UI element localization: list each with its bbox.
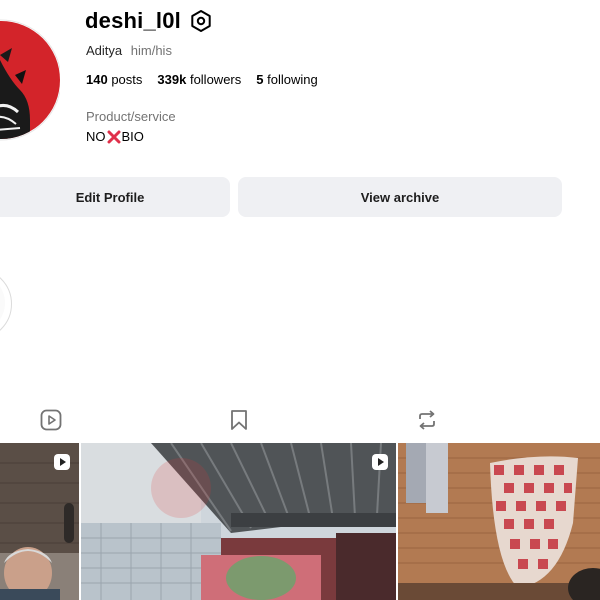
grid-item-post[interactable]: [398, 443, 600, 600]
profile-bio: NO BIO: [86, 129, 144, 144]
full-name: Aditya: [86, 43, 123, 58]
settings-gear-icon[interactable]: [189, 9, 213, 33]
reel-badge-icon: [371, 453, 389, 471]
followers-count: 339k: [157, 72, 187, 87]
username: deshi_l0l: [85, 8, 181, 33]
pronouns: him/his: [130, 43, 172, 58]
story-highlight[interactable]: [0, 268, 12, 340]
following-count: 5: [256, 72, 264, 87]
bio-text-start: NO: [86, 129, 106, 144]
grid-item-reel[interactable]: [0, 443, 79, 600]
posts-label: posts: [111, 72, 143, 87]
grid-item-reel[interactable]: [81, 443, 396, 600]
following-label: following: [267, 72, 318, 87]
edit-profile-button[interactable]: Edit Profile: [0, 177, 230, 217]
following-stat[interactable]: 5 following: [256, 72, 317, 87]
profile-stats: 140 posts 339k followers 5 following: [86, 72, 333, 87]
reel-badge-icon: [53, 453, 71, 471]
cross-mark-icon: [107, 130, 121, 144]
bio-text-end: BIO: [121, 129, 144, 144]
saved-icon[interactable]: [228, 409, 250, 431]
profile-avatar[interactable]: [0, 0, 60, 150]
posts-count: 140: [86, 72, 108, 87]
story-highlight-thumbnail: [0, 273, 5, 333]
profile-category: Product/service: [86, 109, 176, 124]
username-row: deshi_l0l: [85, 6, 213, 36]
tagged-icon[interactable]: [416, 409, 438, 431]
profile-page: deshi_l0l Aditya him/his 140 posts 339k …: [0, 0, 600, 600]
followers-label: followers: [189, 72, 242, 87]
posts-stat: 140 posts: [86, 72, 142, 87]
followers-stat[interactable]: 339k followers: [157, 72, 241, 87]
reels-icon[interactable]: [40, 409, 62, 431]
full-name-row: Aditya him/his: [86, 43, 172, 58]
view-archive-button[interactable]: View archive: [238, 177, 562, 217]
